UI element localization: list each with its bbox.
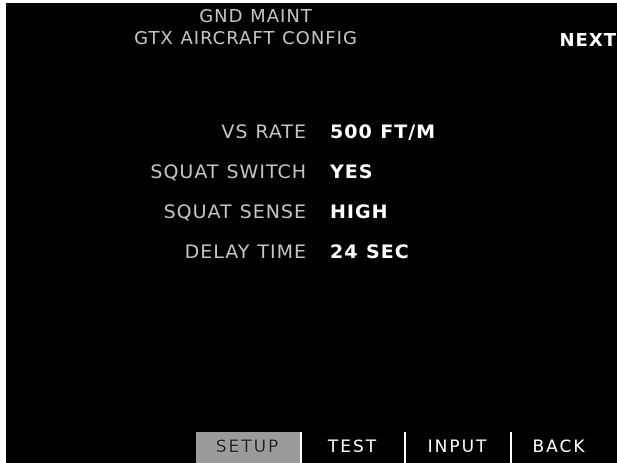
param-label-vs-rate: VS RATE <box>221 121 307 143</box>
softkey-bar: SETUP TEST INPUT BACK <box>196 432 607 463</box>
param-label-squat-sense: SQUAT SENSE <box>163 201 307 223</box>
softkey-test[interactable]: TEST <box>300 432 404 463</box>
display-screen: GND MAINT GTX AIRCRAFT CONFIG NEXT VS RA… <box>6 3 617 463</box>
param-row-delay-time: DELAY TIME 24 SEC <box>6 239 617 279</box>
param-row-squat-switch: SQUAT SWITCH YES <box>6 159 617 199</box>
param-row-vs-rate: VS RATE 500 FT/M <box>6 119 617 159</box>
softkey-input[interactable]: INPUT <box>404 432 510 463</box>
config-parameters: VS RATE 500 FT/M SQUAT SWITCH YES SQUAT … <box>6 119 617 279</box>
next-button[interactable]: NEXT <box>559 31 617 51</box>
param-label-delay-time: DELAY TIME <box>184 241 307 263</box>
softkey-setup[interactable]: SETUP <box>196 432 300 463</box>
page-group-title: GND MAINT <box>199 6 313 27</box>
param-value-squat-sense[interactable]: HIGH <box>330 199 388 225</box>
softkey-back[interactable]: BACK <box>510 432 607 463</box>
param-value-squat-switch[interactable]: YES <box>330 159 373 185</box>
param-value-vs-rate[interactable]: 500 FT/M <box>330 119 436 145</box>
param-row-squat-sense: SQUAT SENSE HIGH <box>6 199 617 239</box>
param-value-delay-time[interactable]: 24 SEC <box>330 239 410 265</box>
param-label-squat-switch: SQUAT SWITCH <box>150 161 307 183</box>
page-title: GTX AIRCRAFT CONFIG <box>134 28 358 49</box>
